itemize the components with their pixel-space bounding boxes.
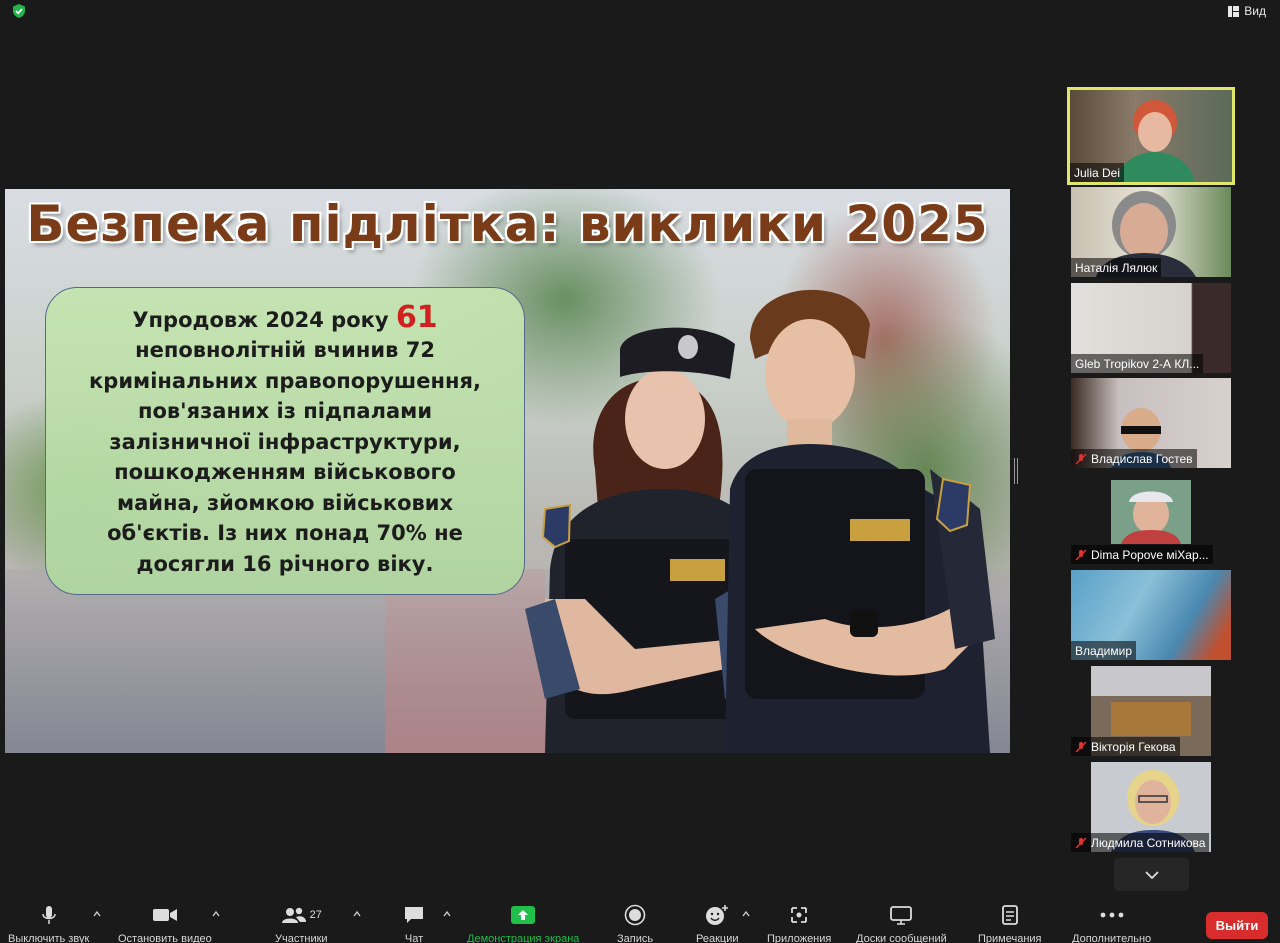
share-screen-label: Демонстрация экрана: [467, 933, 580, 943]
whiteboard-icon: [890, 906, 913, 925]
record-button[interactable]: Запись: [617, 904, 653, 943]
leave-meeting-button[interactable]: Выйти: [1206, 912, 1268, 939]
muted-mic-icon: [1075, 740, 1087, 753]
participant-name: Gleb Tropikov 2-А КЛ...: [1075, 356, 1200, 371]
info-highlight-number: 61: [395, 299, 438, 335]
reactions-button[interactable]: Реакции: [696, 904, 739, 943]
slide-info-box: Упродовж 2024 року 61 неповнолітній вчин…: [45, 287, 525, 595]
info-line-9: досягли 16 річного віку.: [136, 551, 434, 576]
apps-button[interactable]: Приложения: [767, 904, 831, 943]
view-layout-icon: [1228, 5, 1240, 17]
more-dots-icon: [1100, 912, 1123, 918]
participant-name: Владимир: [1075, 643, 1133, 658]
participant-tile[interactable]: Gleb Tropikov 2-А КЛ...: [1071, 283, 1231, 373]
slide-title: Безпека підлітка: виклики 2025: [26, 195, 989, 253]
participant-name: Dima Popove міХар...: [1091, 547, 1209, 562]
participant-name-tag: Людмила Сотникова: [1071, 833, 1210, 852]
info-line-7: майна, зйомкою військових: [116, 490, 454, 515]
security-shield-icon[interactable]: [11, 3, 27, 19]
participant-name: Наталія Лялюк: [1075, 260, 1158, 275]
participant-tile[interactable]: Владислав Гостев: [1071, 378, 1231, 468]
participant-name-tag: Владислав Гостев: [1071, 449, 1197, 468]
panel-resize-handle[interactable]: [1014, 458, 1018, 484]
participant-name: Людмила Сотникова: [1091, 835, 1206, 850]
participants-icon: [281, 907, 306, 923]
participant-name: Вікторія Гекова: [1091, 739, 1176, 754]
muted-mic-icon: [1075, 452, 1087, 465]
record-icon: [624, 904, 646, 926]
participant-name-tag: Владимир: [1071, 641, 1137, 660]
notes-icon: [1001, 905, 1018, 925]
whiteboards-label: Доски сообщений: [856, 933, 947, 943]
top-bar: Вид: [0, 0, 1280, 22]
participant-tile[interactable]: Владимир: [1071, 570, 1231, 660]
more-button[interactable]: Дополнительно: [1072, 904, 1151, 943]
chevron-down-icon: [1144, 870, 1159, 879]
participant-tile[interactable]: Julia Dei: [1067, 87, 1235, 185]
slide-background-path: [385, 569, 545, 753]
info-line-5: залізничної інфраструктури,: [109, 429, 461, 454]
view-button[interactable]: Вид: [1228, 3, 1266, 19]
participants-button[interactable]: 27 Участники: [275, 904, 328, 943]
participants-count: 27: [309, 909, 322, 921]
reactions-icon: [706, 905, 729, 925]
chat-options-caret-icon[interactable]: [443, 910, 451, 918]
info-line-2: неповнолітній вчинив 72: [135, 338, 435, 363]
info-line-3: кримінальних правопорушення,: [89, 368, 481, 393]
info-line-4: пов'язаних із підпалами: [137, 399, 433, 424]
meeting-toolbar: Выключить звук Остановить видео 27 Участ…: [0, 896, 1280, 943]
chat-label: Чат: [404, 933, 424, 943]
participant-name: Julia Dei: [1074, 165, 1121, 180]
video-label: Остановить видео: [118, 933, 212, 943]
notes-button[interactable]: Примечания: [978, 904, 1042, 943]
participant-tile[interactable]: Dima Popove міХар...: [1071, 474, 1231, 564]
stop-video-button[interactable]: Остановить видео: [118, 904, 212, 943]
zoom-meeting-window: Вид Безпека підлітка: виклики 2025 Упрод…: [0, 0, 1280, 943]
mute-button[interactable]: Выключить звук: [8, 904, 89, 943]
muted-mic-icon: [1075, 548, 1087, 561]
reactions-label: Реакции: [696, 933, 739, 943]
participant-video: [1111, 480, 1191, 544]
shared-screen-slide: Безпека підлітка: виклики 2025 Упродовж …: [5, 189, 1010, 753]
participant-name-tag: Julia Dei: [1070, 163, 1125, 182]
info-line-1: Упродовж 2024 року 61: [89, 299, 481, 336]
apps-label: Приложения: [767, 933, 832, 943]
video-camera-icon: [152, 909, 177, 921]
audio-options-caret-icon[interactable]: [93, 910, 101, 918]
chat-button[interactable]: Чат: [403, 904, 425, 943]
participants-label: Участники: [275, 933, 328, 943]
gallery-scroll-down-button[interactable]: [1114, 858, 1189, 891]
slide-info-text: Упродовж 2024 року 61 неповнолітній вчин…: [89, 299, 481, 580]
whiteboards-button[interactable]: Доски сообщений: [856, 904, 947, 943]
participant-name-tag: Gleb Tropikov 2-А КЛ...: [1071, 354, 1204, 373]
record-label: Запись: [617, 933, 654, 943]
share-screen-button[interactable]: Демонстрация экрана: [467, 904, 579, 943]
mute-label: Выключить звук: [8, 933, 90, 943]
participant-tile[interactable]: Людмила Сотникова: [1071, 762, 1231, 852]
participants-options-caret-icon[interactable]: [353, 910, 361, 918]
microphone-icon: [41, 906, 56, 924]
info-line-1-text: Упродовж 2024 року: [132, 307, 396, 332]
police-teens-illustration: [525, 289, 995, 753]
info-line-6: пошкодженням військового: [114, 460, 456, 485]
more-label: Дополнительно: [1072, 933, 1152, 943]
notes-label: Примечания: [978, 933, 1042, 943]
apps-icon: [791, 907, 808, 923]
muted-mic-icon: [1075, 836, 1087, 849]
participant-tile[interactable]: Вікторія Гекова: [1071, 666, 1231, 756]
participant-tile[interactable]: Наталія Лялюк: [1071, 187, 1231, 277]
chat-bubble-icon: [405, 907, 423, 923]
share-screen-icon: [511, 906, 536, 924]
info-line-8: об'єктів. Із них понад 70% не: [107, 521, 463, 546]
reactions-options-caret-icon[interactable]: [742, 910, 750, 918]
view-label: Вид: [1244, 4, 1266, 18]
participant-name-tag: Вікторія Гекова: [1071, 737, 1180, 756]
participant-name: Владислав Гостев: [1091, 451, 1193, 466]
participant-name-tag: Наталія Лялюк: [1071, 258, 1162, 277]
video-options-caret-icon[interactable]: [212, 910, 220, 918]
participant-name-tag: Dima Popove міХар...: [1071, 545, 1213, 564]
